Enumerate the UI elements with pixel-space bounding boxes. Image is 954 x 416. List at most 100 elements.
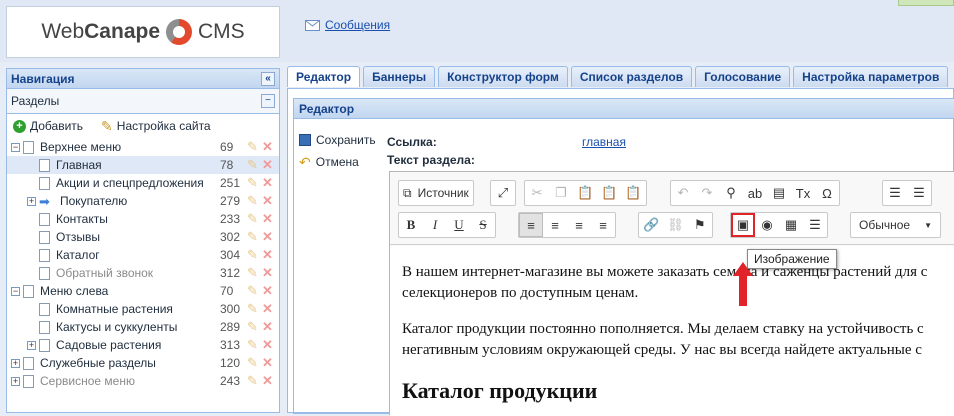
redo-button[interactable]: ↷: [695, 181, 719, 205]
replace-button[interactable]: ab: [743, 181, 767, 205]
delete-icon[interactable]: ✕: [262, 373, 273, 389]
delete-icon[interactable]: ✕: [262, 355, 273, 371]
align-left-button[interactable]: ≡: [519, 213, 543, 237]
copy-button[interactable]: ❐: [549, 181, 573, 205]
tree-row[interactable]: Каталог 304 ✎ ✕: [7, 246, 279, 264]
delete-icon[interactable]: ✕: [262, 301, 273, 317]
edit-pencil-icon[interactable]: ✎: [247, 175, 258, 191]
add-section-button[interactable]: + Добавить: [13, 119, 83, 133]
paragraph-format-select[interactable]: Обычное ▼: [851, 213, 940, 237]
expand-icon[interactable]: +: [27, 196, 36, 206]
strike-button[interactable]: S: [471, 213, 495, 237]
tree-row[interactable]: Отзывы 302 ✎ ✕: [7, 228, 279, 246]
edit-pencil-icon[interactable]: ✎: [247, 229, 258, 245]
select-all-button[interactable]: ▤: [767, 181, 791, 205]
delete-icon[interactable]: ✕: [262, 193, 273, 209]
link-value[interactable]: главная: [582, 135, 626, 149]
cut-button[interactable]: ✂: [525, 181, 549, 205]
unlink-button[interactable]: ⛓: [663, 213, 688, 237]
collapse-icon[interactable]: −: [11, 286, 20, 296]
edit-pencil-icon[interactable]: ✎: [247, 337, 258, 353]
tab-3[interactable]: Список разделов: [570, 66, 693, 87]
edit-pencil-icon[interactable]: ✎: [247, 247, 258, 263]
tree-row[interactable]: + Сервисное меню 243 ✎ ✕: [7, 372, 279, 390]
tab-4[interactable]: Голосование: [695, 66, 791, 87]
tree-row[interactable]: − Меню слева 70 ✎ ✕: [7, 282, 279, 300]
tab-1[interactable]: Баннеры: [363, 66, 436, 87]
delete-icon[interactable]: ✕: [262, 229, 273, 245]
delete-icon[interactable]: ✕: [262, 211, 273, 227]
delete-icon[interactable]: ✕: [262, 175, 273, 191]
tree-row[interactable]: + Служебные разделы 120 ✎ ✕: [7, 354, 279, 372]
delete-icon[interactable]: ✕: [262, 157, 273, 173]
underline-button[interactable]: U: [447, 213, 471, 237]
tab-5[interactable]: Настройка параметров: [793, 66, 949, 87]
delete-icon[interactable]: ✕: [262, 283, 273, 299]
tree-row[interactable]: + ➡ Покупателю 279 ✎ ✕: [7, 192, 279, 210]
paste-text-button[interactable]: 📋: [597, 181, 621, 205]
tab-2[interactable]: Конструктор форм: [438, 66, 568, 87]
delete-icon[interactable]: ✕: [262, 319, 273, 335]
edit-pencil-icon[interactable]: ✎: [247, 157, 258, 173]
edit-pencil-icon[interactable]: ✎: [247, 319, 258, 335]
edit-pencil-icon[interactable]: ✎: [247, 139, 258, 155]
bold-button[interactable]: B: [399, 213, 423, 237]
collapse-panel-button[interactable]: «: [261, 71, 275, 86]
delete-icon[interactable]: ✕: [262, 337, 273, 353]
collapse-icon[interactable]: −: [11, 142, 20, 152]
sections-toggle-button[interactable]: −: [261, 94, 275, 108]
bulleted-list-button[interactable]: ☰: [907, 181, 931, 205]
source-button[interactable]: ⧉ Источник: [399, 181, 473, 205]
find-button[interactable]: ⚲: [719, 181, 743, 205]
messages-link[interactable]: Сообщения: [305, 18, 390, 32]
save-button[interactable]: Сохранить: [299, 129, 381, 151]
align-justify-button[interactable]: ≡: [591, 213, 615, 237]
delete-icon[interactable]: ✕: [262, 139, 273, 155]
edit-pencil-icon[interactable]: ✎: [247, 355, 258, 371]
edit-pencil-icon[interactable]: ✎: [247, 265, 258, 281]
delete-icon[interactable]: ✕: [262, 247, 273, 263]
tree-row[interactable]: Комнатные растения 300 ✎ ✕: [7, 300, 279, 318]
edit-pencil-icon[interactable]: ✎: [247, 283, 258, 299]
align-center-button[interactable]: ≡: [543, 213, 567, 237]
strike-icon: S: [479, 217, 487, 232]
tree-row[interactable]: − Верхнее меню 69 ✎ ✕: [7, 138, 279, 156]
horizontal-rule-button[interactable]: ☰: [803, 213, 827, 237]
table-button[interactable]: ▦: [779, 213, 803, 237]
numbered-list-button[interactable]: ☰: [883, 181, 907, 205]
tree-row[interactable]: Обратный звонок 312 ✎ ✕: [7, 264, 279, 282]
tab-0[interactable]: Редактор: [287, 66, 361, 87]
paste-button[interactable]: 📋: [573, 181, 597, 205]
image-button[interactable]: ▣: [731, 213, 755, 237]
link-button[interactable]: 🔗: [639, 213, 663, 237]
tree-row-id: 302: [220, 230, 241, 244]
tree-row[interactable]: Кактусы и суккуленты 289 ✎ ✕: [7, 318, 279, 336]
align-right-button[interactable]: ≡: [567, 213, 591, 237]
site-settings-button[interactable]: ✎ Настройка сайта: [101, 118, 211, 135]
anchor-button[interactable]: ⚑: [688, 213, 712, 237]
content-paragraph-1-line-2: селекционеров по доступным ценам.: [402, 285, 639, 301]
expand-icon[interactable]: +: [11, 358, 20, 368]
edit-pencil-icon[interactable]: ✎: [247, 301, 258, 317]
flash-button[interactable]: ◉: [755, 213, 779, 237]
remove-format-button[interactable]: Tx: [791, 181, 815, 205]
edit-pencil-icon[interactable]: ✎: [247, 373, 258, 389]
editor-content-area[interactable]: В нашем интернет-магазине вы можете зака…: [390, 246, 954, 416]
expand-icon[interactable]: +: [27, 340, 36, 350]
tree-row[interactable]: Контакты 233 ✎ ✕: [7, 210, 279, 228]
redo-icon: ↷: [701, 185, 713, 200]
italic-button[interactable]: I: [423, 213, 447, 237]
edit-pencil-icon[interactable]: ✎: [247, 193, 258, 209]
special-char-button[interactable]: Ω: [815, 181, 839, 205]
tree-row[interactable]: + Садовые растения 313 ✎ ✕: [7, 336, 279, 354]
undo-button[interactable]: ↶: [671, 181, 695, 205]
webcanape-logo[interactable]: Web Canape CMS: [6, 6, 280, 58]
edit-pencil-icon[interactable]: ✎: [247, 211, 258, 227]
paste-word-button[interactable]: 📋: [621, 181, 645, 205]
delete-icon[interactable]: ✕: [262, 265, 273, 281]
cancel-button[interactable]: ↶ Отмена: [299, 151, 381, 173]
maximize-button[interactable]: ⤢: [491, 181, 515, 205]
tree-row[interactable]: Акции и спецпредложения 251 ✎ ✕: [7, 174, 279, 192]
tree-row[interactable]: Главная 78 ✎ ✕: [7, 156, 279, 174]
expand-icon[interactable]: +: [11, 376, 20, 386]
